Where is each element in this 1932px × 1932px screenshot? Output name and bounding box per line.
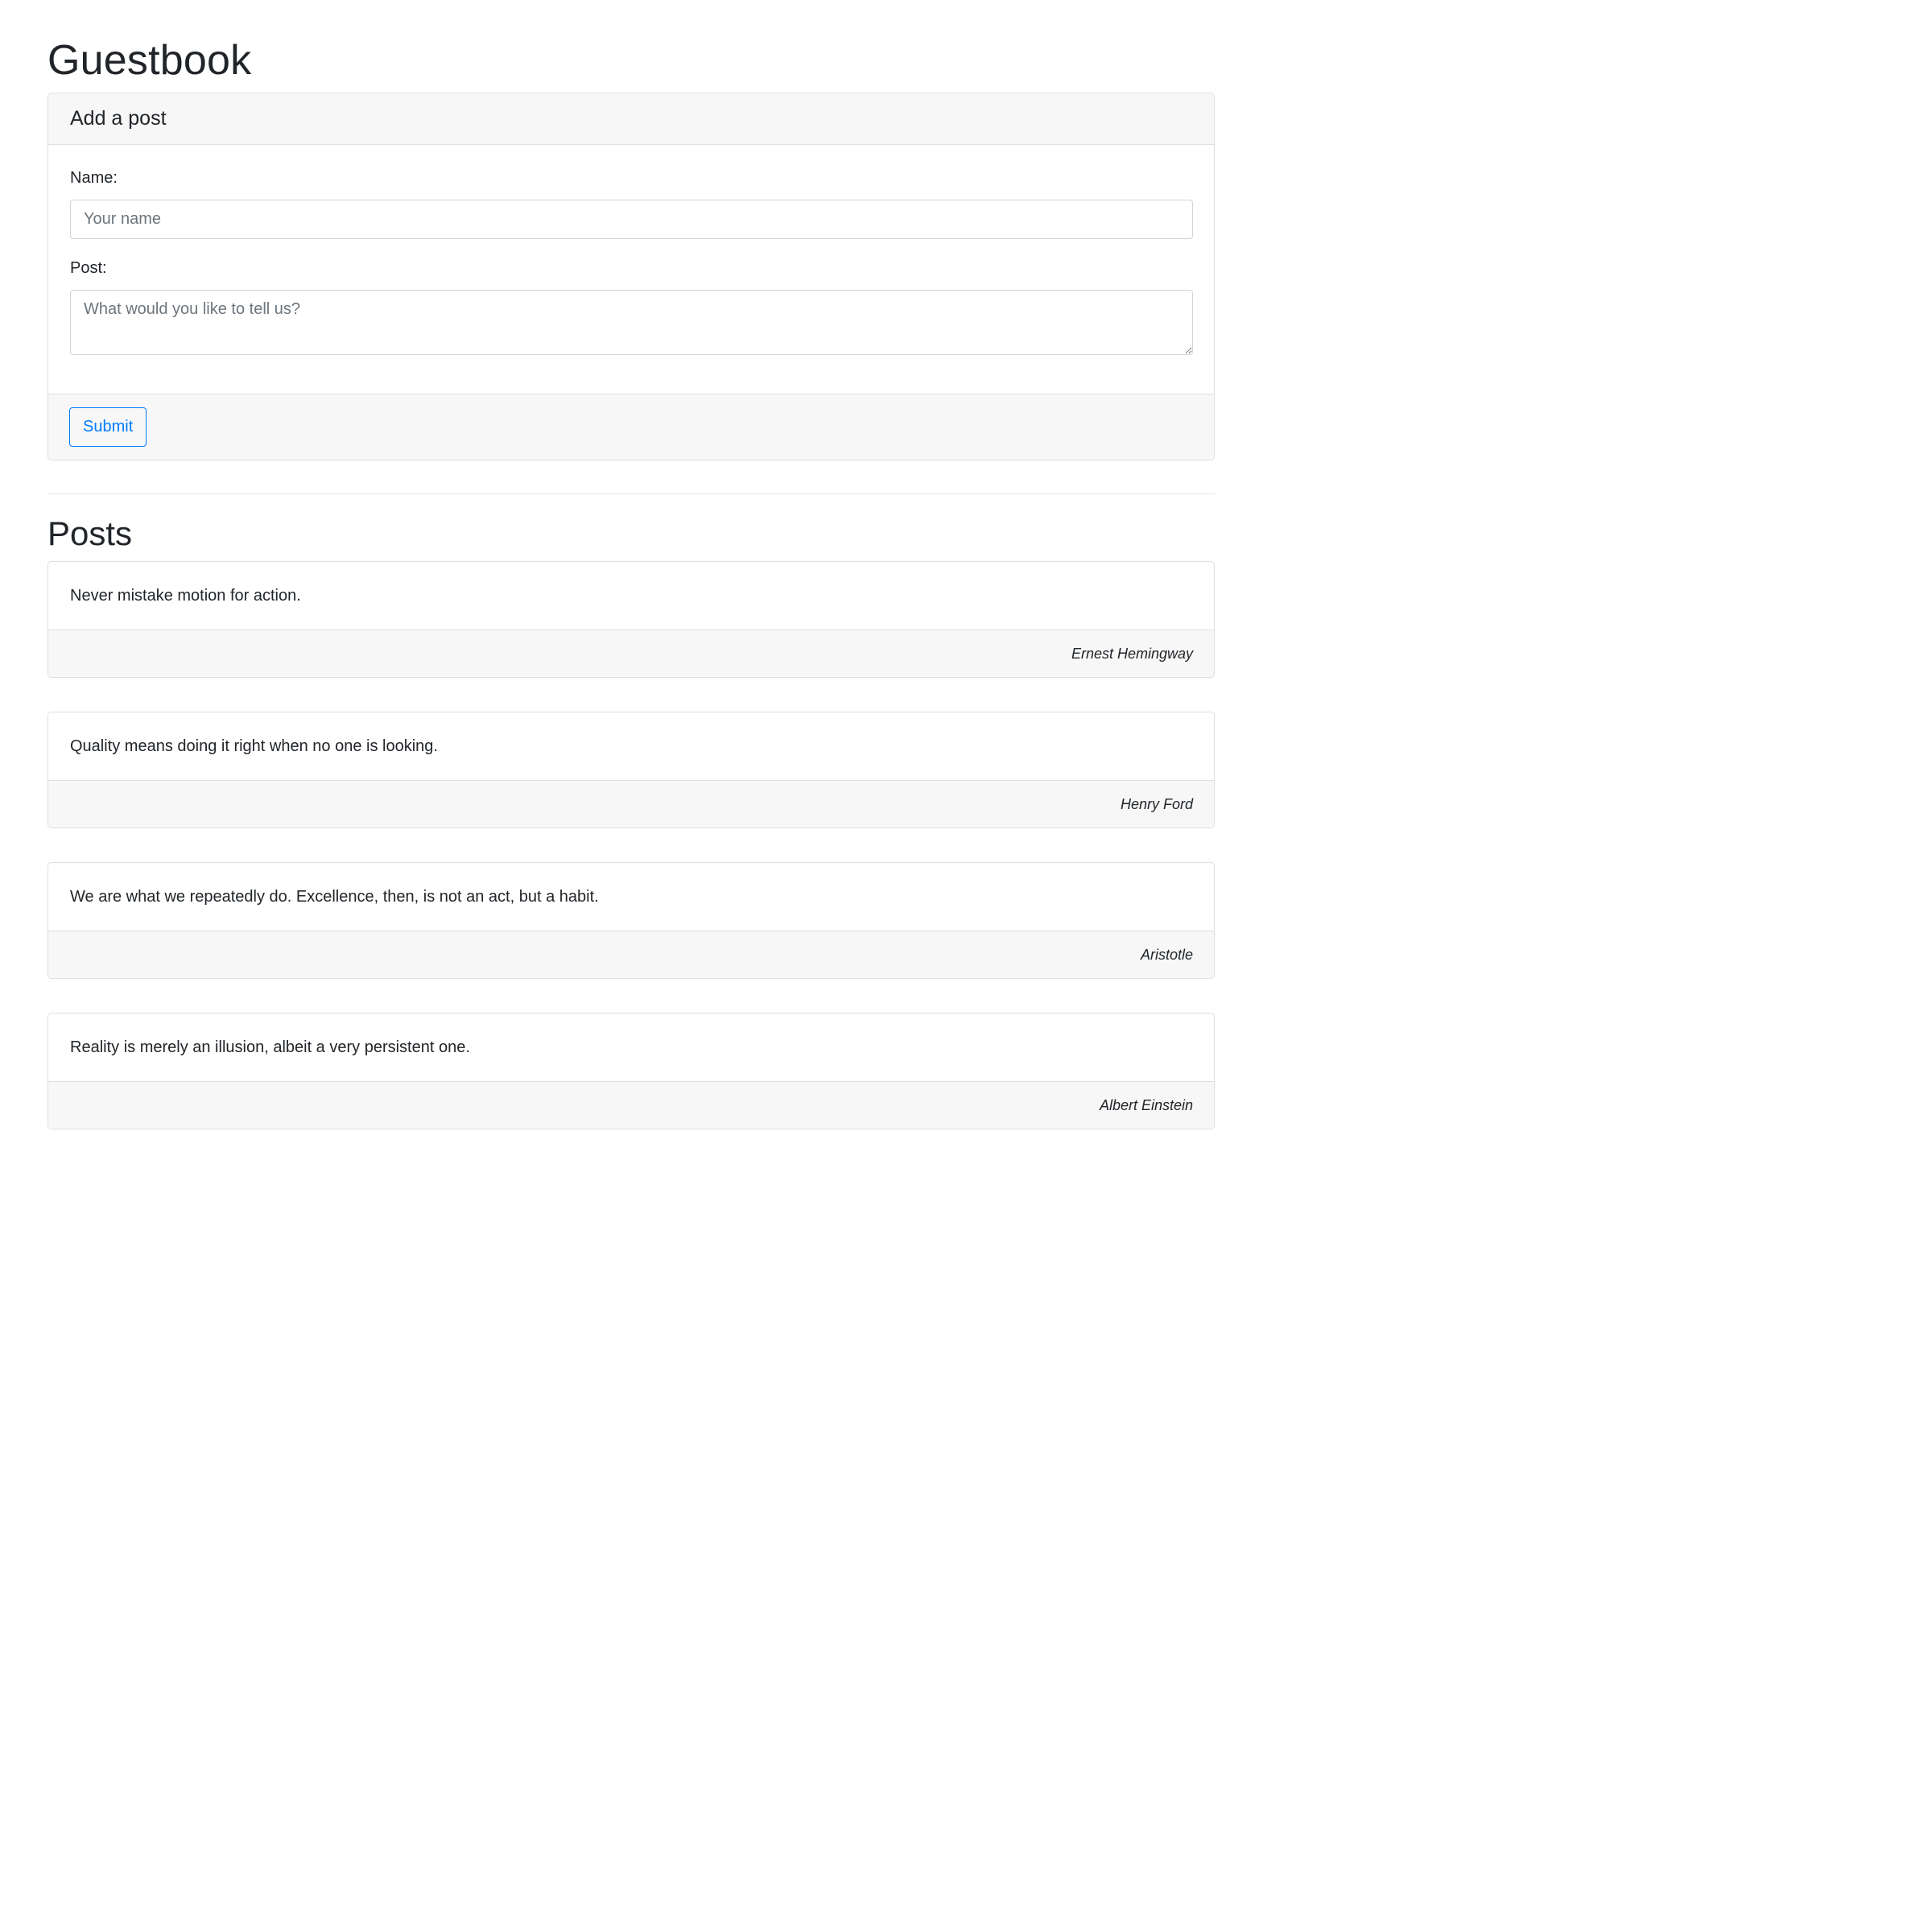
add-post-header: Add a post [48,93,1214,145]
post-author: Albert Einstein [48,1082,1214,1129]
post-card: Reality is merely an illusion, albeit a … [47,1013,1215,1129]
post-card: We are what we repeatedly do. Excellence… [47,862,1215,979]
post-label: Post: [70,259,107,277]
post-text: We are what we repeatedly do. Excellence… [48,863,1214,931]
section-divider [47,493,1215,494]
post-author: Aristotle [48,931,1214,978]
submit-button[interactable]: Submit [69,407,147,447]
name-label: Name: [70,169,118,187]
post-text: Reality is merely an illusion, albeit a … [48,1013,1214,1082]
post-textarea[interactable] [70,290,1193,355]
name-input[interactable] [70,200,1193,239]
post-text: Never mistake motion for action. [48,562,1214,630]
add-post-card: Add a post Name: Post: Submit [47,93,1215,460]
posts-title: Posts [47,514,133,552]
post-card: Quality means doing it right when no one… [47,712,1215,828]
post-card: Never mistake motion for action. Ernest … [47,561,1215,678]
add-post-form: Name: Post: [48,145,1214,394]
post-author: Henry Ford [48,781,1214,828]
post-author: Ernest Hemingway [48,630,1214,677]
post-text: Quality means doing it right when no one… [48,712,1214,781]
add-post-footer: Submit [48,394,1214,460]
page-title: Guestbook [47,37,252,84]
